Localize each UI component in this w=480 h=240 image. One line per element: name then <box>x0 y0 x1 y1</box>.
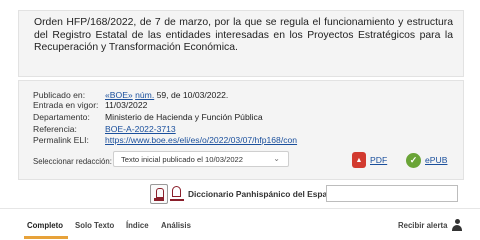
active-tab-indicator <box>24 236 68 239</box>
redaccion-selected: Texto inicial publicado el 10/03/2022 <box>121 155 244 164</box>
epub-icon: ✓ <box>406 152 421 168</box>
eli-label: Permalink ELI: <box>33 135 89 145</box>
num-link[interactable]: núm. <box>135 90 154 100</box>
epub-download[interactable]: ✓ ePUB <box>406 150 447 170</box>
referencia-link[interactable]: BOE-A-2022-3713 <box>105 124 176 134</box>
departamento-label: Departamento: <box>33 112 90 122</box>
asale-logo-icon <box>170 184 184 204</box>
recibir-alerta-button[interactable]: Recibir alerta <box>398 221 447 230</box>
vigor-label: Entrada en vigor: <box>33 100 99 110</box>
tab-solo-texto[interactable]: Solo Texto <box>75 221 114 230</box>
document-tabs: Completo Solo Texto Índice Análisis Reci… <box>0 208 480 240</box>
boe-link[interactable]: «BOE» <box>105 90 133 100</box>
redaccion-label: Seleccionar redacción: <box>33 157 112 166</box>
publicado-value: «BOE» núm. 59, de 10/03/2022. <box>105 90 228 100</box>
tab-analisis[interactable]: Análisis <box>161 221 191 230</box>
vigor-value: 11/03/2022 <box>105 100 148 110</box>
publicado-rest: 59, de 10/03/2022. <box>156 90 229 100</box>
redaccion-select[interactable]: Texto inicial publicado el 10/03/2022 ⌄ <box>113 151 289 167</box>
chevron-down-icon: ⌄ <box>273 154 280 163</box>
document-title: Orden HFP/168/2022, de 7 de marzo, por l… <box>34 17 453 54</box>
publicado-label: Publicado en: <box>33 90 86 100</box>
pdf-label[interactable]: PDF <box>370 155 387 165</box>
eli-link[interactable]: https://www.boe.es/eli/es/o/2022/03/07/h… <box>105 135 297 145</box>
document-title-box: Orden HFP/168/2022, de 7 de marzo, por l… <box>18 10 464 77</box>
rae-logo-icon <box>150 184 168 204</box>
user-icon[interactable] <box>452 219 462 231</box>
document-metadata: Publicado en: «BOE» núm. 59, de 10/03/20… <box>18 80 464 180</box>
tab-completo[interactable]: Completo <box>27 221 63 230</box>
referencia-label: Referencia: <box>33 124 77 134</box>
departamento-value: Ministerio de Hacienda y Función Pública <box>105 112 263 122</box>
dictionary-search-input[interactable] <box>326 185 458 202</box>
epub-label[interactable]: ePUB <box>425 155 447 165</box>
tab-indice[interactable]: Índice <box>126 221 149 230</box>
pdf-icon: ▲ <box>352 152 366 168</box>
dictionary-search-bar: Diccionario Panhispánico del Español Jur… <box>150 183 464 205</box>
pdf-download[interactable]: ▲ PDF <box>352 150 387 170</box>
